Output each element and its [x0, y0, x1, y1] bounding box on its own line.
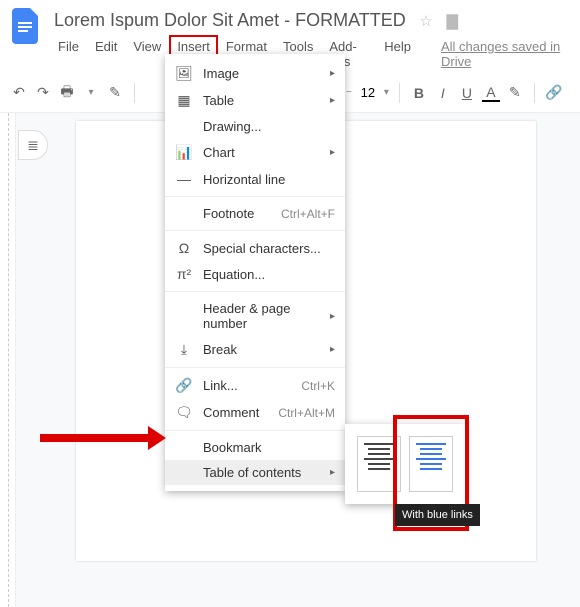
- insert-link-icon[interactable]: 🔗: [545, 84, 563, 101]
- menu-item-label: Table of contents: [203, 465, 320, 480]
- annotation-arrow: [40, 426, 166, 450]
- menu-item-label: Comment: [203, 405, 268, 420]
- menu-item-shortcut: Ctrl+K: [301, 379, 335, 393]
- menu-item-label: Special characters...: [203, 241, 335, 256]
- zoom-chevron-icon[interactable]: ▾: [82, 87, 100, 98]
- insert-item-chart[interactable]: 📊 Chart ▸: [165, 139, 345, 166]
- menu-item-label: Footnote: [203, 206, 271, 221]
- text-color-button[interactable]: A: [482, 84, 500, 102]
- menu-item-icon: 🗨: [175, 404, 193, 421]
- save-status[interactable]: All changes saved in Drive: [433, 35, 572, 73]
- menu-item-label: Link...: [203, 378, 291, 393]
- folder-icon[interactable]: ▇: [446, 13, 458, 30]
- insert-item-link-[interactable]: 🔗 Link... Ctrl+K: [165, 372, 345, 399]
- insert-item-footnote[interactable]: Footnote Ctrl+Alt+F: [165, 201, 345, 226]
- insert-item-image[interactable]: 🖼 Image ▸: [165, 60, 345, 87]
- menu-item-icon: ▦: [175, 92, 193, 109]
- font-size-inc-icon[interactable]: ▾: [384, 87, 389, 98]
- menu-item-shortcut: Ctrl+Alt+F: [281, 207, 335, 221]
- outline-toggle-icon[interactable]: ≣: [18, 130, 48, 160]
- menu-help[interactable]: Help: [376, 35, 419, 73]
- submenu-arrow-icon: ▸: [330, 95, 335, 106]
- toc-tooltip: With blue links: [395, 504, 480, 526]
- menu-edit[interactable]: Edit: [87, 35, 125, 73]
- insert-item-bookmark[interactable]: Bookmark: [165, 435, 345, 460]
- menu-item-label: Table: [203, 93, 320, 108]
- menu-item-icon: 📊: [175, 144, 193, 161]
- menu-item-icon: —: [175, 171, 193, 187]
- paint-format-icon[interactable]: ✎: [106, 84, 124, 101]
- bold-button[interactable]: B: [410, 85, 428, 101]
- docs-logo-icon[interactable]: [8, 8, 44, 44]
- undo-icon[interactable]: ↶: [10, 84, 28, 101]
- redo-icon[interactable]: ↷: [34, 84, 52, 101]
- insert-item-table-of-contents[interactable]: Table of contents ▸: [165, 460, 345, 485]
- menu-item-label: Drawing...: [203, 119, 335, 134]
- insert-item-table[interactable]: ▦ Table ▸: [165, 87, 345, 114]
- menu-item-icon: 🖼: [175, 65, 193, 82]
- menu-item-icon: ⤓: [175, 341, 193, 358]
- menu-item-label: Break: [203, 342, 320, 357]
- menu-item-label: Bookmark: [203, 440, 335, 455]
- menu-file[interactable]: File: [50, 35, 87, 73]
- menu-item-label: Equation...: [203, 267, 335, 282]
- insert-item-break[interactable]: ⤓ Break ▸: [165, 336, 345, 363]
- submenu-arrow-icon: ▸: [330, 147, 335, 158]
- font-size-control[interactable]: − ▾: [346, 85, 389, 100]
- menu-item-icon: Ω: [175, 240, 193, 256]
- insert-dropdown: 🖼 Image ▸ ▦ Table ▸ Drawing... 📊 Chart ▸ — Horizont…: [165, 54, 345, 491]
- menu-item-icon: 🔗: [175, 377, 193, 394]
- submenu-arrow-icon: ▸: [330, 68, 335, 79]
- menu-item-label: Image: [203, 66, 320, 81]
- insert-item-special-characters-[interactable]: Ω Special characters...: [165, 235, 345, 261]
- insert-item-header-page-number[interactable]: Header & page number ▸: [165, 296, 345, 336]
- menu-item-shortcut: Ctrl+Alt+M: [278, 406, 335, 420]
- font-size-input[interactable]: [356, 85, 380, 100]
- menu-item-label: Chart: [203, 145, 320, 160]
- insert-item-equation-[interactable]: π² Equation...: [165, 261, 345, 287]
- menu-item-label: Horizontal line: [203, 172, 335, 187]
- insert-item-horizontal-line[interactable]: — Horizontal line: [165, 166, 345, 192]
- doc-title[interactable]: Lorem Ispum Dolor Sit Amet - FORMATTED: [50, 8, 410, 33]
- menu-item-label: Header & page number: [203, 301, 320, 331]
- submenu-arrow-icon: ▸: [330, 467, 335, 478]
- menu-view[interactable]: View: [125, 35, 169, 73]
- insert-item-comment[interactable]: 🗨 Comment Ctrl+Alt+M: [165, 399, 345, 426]
- underline-button[interactable]: U: [458, 85, 476, 101]
- print-icon[interactable]: 🖶: [58, 81, 76, 105]
- menu-item-icon: π²: [175, 266, 193, 282]
- vertical-ruler: [0, 113, 16, 607]
- star-icon[interactable]: ☆: [419, 13, 432, 30]
- italic-button[interactable]: I: [434, 85, 452, 101]
- font-size-dec-icon[interactable]: −: [346, 87, 352, 98]
- insert-item-drawing-[interactable]: Drawing...: [165, 114, 345, 139]
- highlight-icon[interactable]: ✎: [506, 84, 524, 101]
- submenu-arrow-icon: ▸: [330, 344, 335, 355]
- submenu-arrow-icon: ▸: [330, 311, 335, 322]
